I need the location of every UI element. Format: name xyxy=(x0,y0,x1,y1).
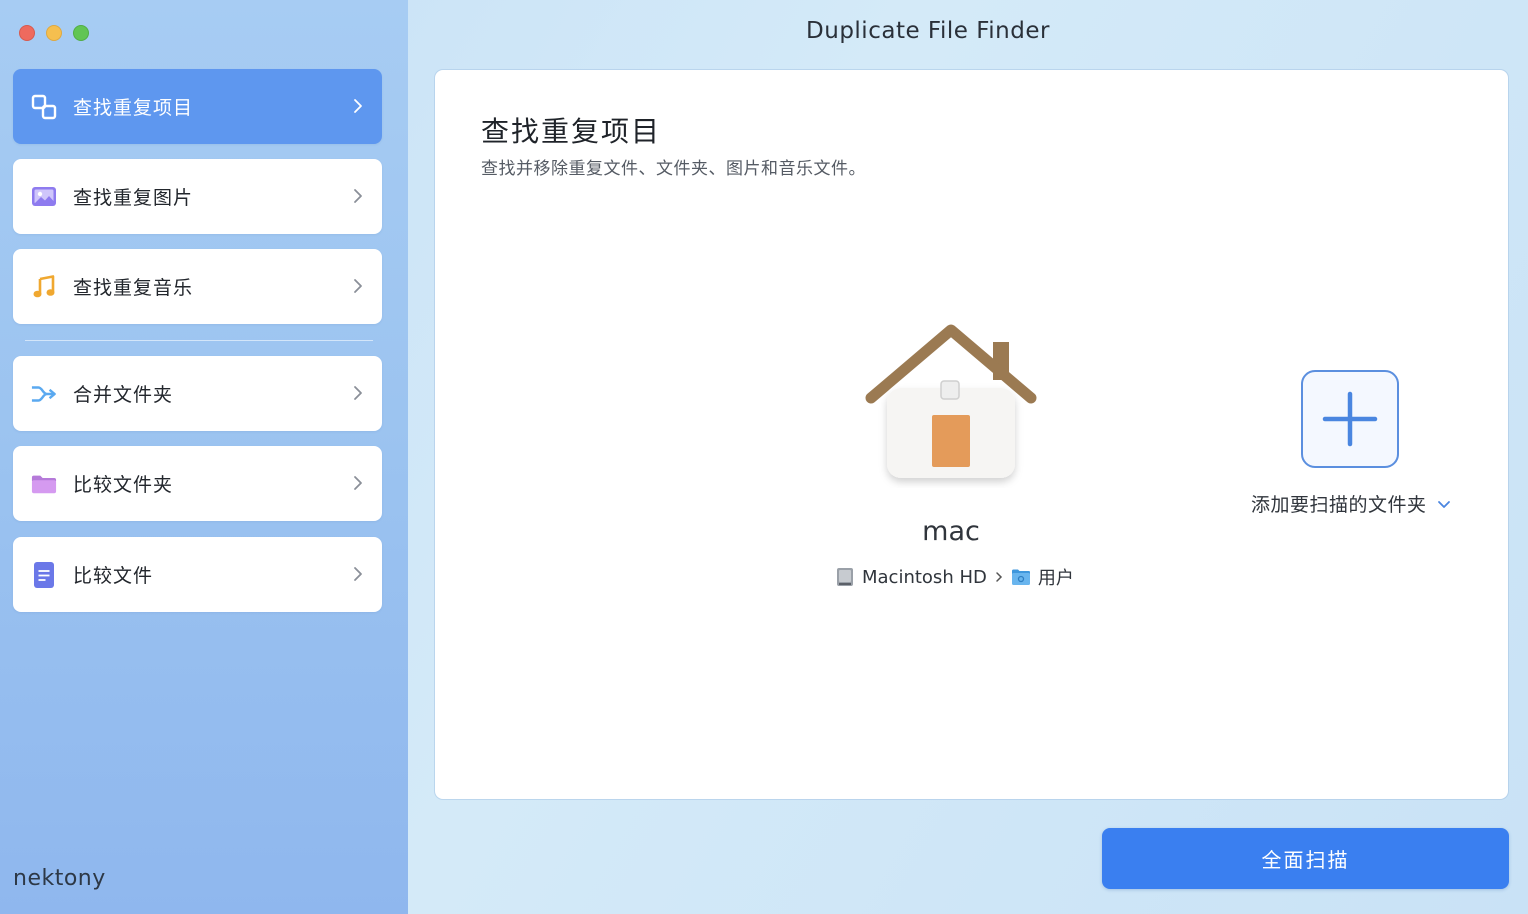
sidebar-item-label: 比较文件夹 xyxy=(73,474,174,496)
breadcrumb-label: Macintosh HD xyxy=(862,566,987,588)
full-scan-button[interactable]: 全面扫描 xyxy=(1102,828,1509,889)
chevron-right-icon xyxy=(354,567,362,581)
duplicates-icon xyxy=(31,94,57,120)
chevron-right-icon xyxy=(354,279,362,293)
sidebar-item-label: 合并文件夹 xyxy=(73,384,174,406)
breadcrumb-item-disk[interactable]: Macintosh HD xyxy=(835,567,987,588)
sidebar-item-compare-files[interactable]: 比较文件 xyxy=(13,537,382,612)
add-folder-button[interactable] xyxy=(1301,370,1399,468)
sidebar-item-label: 比较文件 xyxy=(73,565,154,587)
window-title: Duplicate File Finder xyxy=(806,18,1050,44)
window-controls xyxy=(19,25,89,41)
minimize-window-button[interactable] xyxy=(46,25,62,41)
page-subtitle: 查找并移除重复文件、文件夹、图片和音乐文件。 xyxy=(481,159,866,179)
document-icon xyxy=(31,561,57,588)
users-folder-icon xyxy=(1011,569,1030,585)
add-folder-label: 添加要扫描的文件夹 xyxy=(1251,494,1427,516)
chevron-right-icon xyxy=(354,99,362,113)
close-window-button[interactable] xyxy=(19,25,35,41)
chevron-right-icon xyxy=(996,572,1002,582)
breadcrumb-item-users[interactable]: 用户 xyxy=(1011,564,1074,590)
breadcrumb-label: 用户 xyxy=(1037,568,1074,589)
image-icon xyxy=(31,184,57,210)
folder-icon xyxy=(31,471,57,497)
chevron-right-icon xyxy=(354,386,362,400)
sidebar-item-label: 查找重复音乐 xyxy=(73,277,194,299)
main-panel: 查找重复项目 查找并移除重复文件、文件夹、图片和音乐文件。 mac Macint… xyxy=(435,70,1508,799)
plus-icon xyxy=(1322,391,1378,447)
page-title: 查找重复项目 xyxy=(481,115,662,148)
sidebar-item-find-duplicate-music[interactable]: 查找重复音乐 xyxy=(13,249,382,324)
brand-logo: nektony xyxy=(13,866,106,891)
add-folder-dropdown[interactable]: 添加要扫描的文件夹 xyxy=(1251,490,1451,517)
sidebar-item-compare-folders[interactable]: 比较文件夹 xyxy=(13,446,382,521)
music-note-icon xyxy=(31,274,57,300)
sidebar-divider xyxy=(25,340,373,341)
sidebar-item-find-duplicate-images[interactable]: 查找重复图片 xyxy=(13,159,382,234)
sidebar-item-label: 查找重复项目 xyxy=(73,97,194,119)
hard-drive-icon xyxy=(837,568,853,586)
merge-arrows-icon xyxy=(31,381,57,407)
zoom-window-button[interactable] xyxy=(73,25,89,41)
sidebar: 查找重复项目 查找重复图片 查找重复音乐 合并文件夹 比较文件夹 比较文件 ne… xyxy=(0,0,408,914)
home-folder-icon[interactable] xyxy=(853,318,1049,488)
chevron-down-icon xyxy=(1437,500,1450,508)
sidebar-item-find-duplicates[interactable]: 查找重复项目 xyxy=(13,69,382,144)
sidebar-item-merge-folders[interactable]: 合并文件夹 xyxy=(13,356,382,431)
location-name: mac xyxy=(922,516,980,547)
chevron-right-icon xyxy=(354,189,362,203)
breadcrumb: Macintosh HD 用户 xyxy=(835,564,1074,590)
sidebar-item-label: 查找重复图片 xyxy=(73,187,194,209)
chevron-right-icon xyxy=(354,476,362,490)
